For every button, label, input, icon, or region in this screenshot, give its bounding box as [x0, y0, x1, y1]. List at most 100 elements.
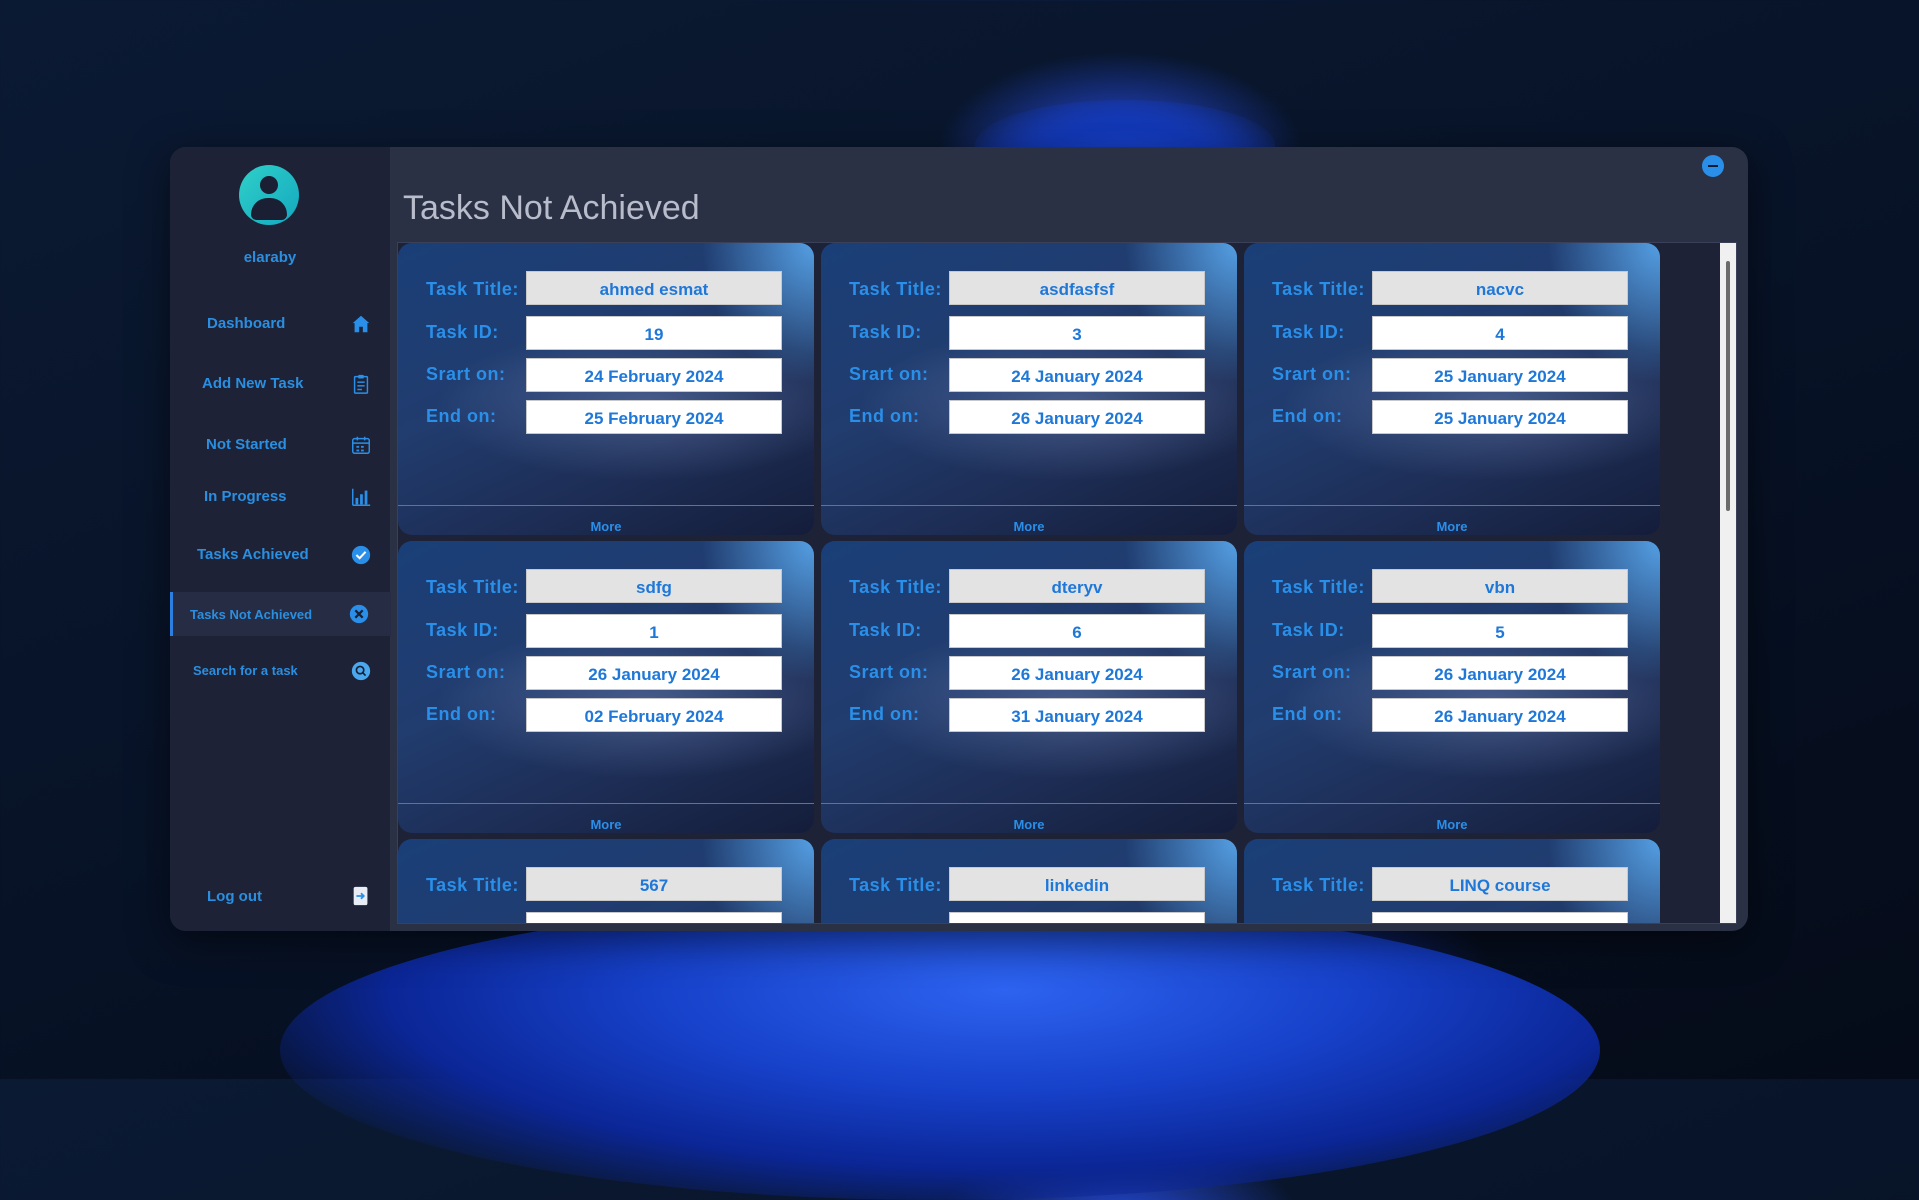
- vertical-scrollbar[interactable]: [1720, 243, 1736, 923]
- logout-button[interactable]: Log out: [172, 877, 390, 917]
- sidebar-item-search[interactable]: Search for a task: [172, 649, 390, 693]
- sidebar-item-add-new-task[interactable]: Add New Task: [172, 362, 390, 406]
- task-id-label: Task ID:: [426, 322, 499, 342]
- sidebar: elaraby Dashboard Add New Task Not Start…: [170, 147, 391, 931]
- task-id-field: 5: [1372, 614, 1628, 648]
- end-date-field: 26 January 2024: [949, 400, 1205, 434]
- task-id-field: 4: [1372, 316, 1628, 350]
- task-id-field: [1372, 912, 1628, 923]
- task-id-label: Task ID:: [1272, 322, 1345, 342]
- start-date-label: Srart on:: [426, 364, 506, 384]
- check-circle-icon: [351, 545, 371, 565]
- start-date-field: 24 February 2024: [526, 358, 782, 392]
- minimize-button[interactable]: [1702, 155, 1724, 177]
- task-id-label: Task ID:: [849, 322, 922, 342]
- task-id-field: 6: [949, 614, 1205, 648]
- start-date-label: Srart on:: [849, 662, 929, 682]
- task-card: Task Title: dteryv Task ID: 6 Srart on: …: [821, 541, 1237, 833]
- clipboard-icon: [353, 374, 369, 394]
- more-link[interactable]: More: [398, 519, 814, 534]
- task-id-label: Task ID:: [849, 620, 922, 640]
- sidebar-item-label: Dashboard: [207, 315, 286, 332]
- start-date-label: Srart on:: [426, 662, 506, 682]
- task-title-field: sdfg: [526, 569, 782, 603]
- card-divider: [821, 803, 1237, 804]
- main-panel: Tasks Not Achieved Task Title: ahmed esm…: [390, 147, 1748, 931]
- end-date-label: End on:: [426, 704, 497, 724]
- task-card: Task Title: linkedin: [821, 839, 1237, 923]
- start-date-label: Srart on:: [1272, 364, 1352, 384]
- end-date-label: End on:: [849, 406, 920, 426]
- task-title-label: Task Title:: [426, 875, 519, 895]
- start-date-field: 24 January 2024: [949, 358, 1205, 392]
- end-date-field: 31 January 2024: [949, 698, 1205, 732]
- task-title-label: Task Title:: [426, 577, 519, 597]
- more-link[interactable]: More: [1244, 817, 1660, 832]
- end-date-field: 25 January 2024: [1372, 400, 1628, 434]
- card-divider: [398, 505, 814, 506]
- task-id-field: [949, 912, 1205, 923]
- task-title-label: Task Title:: [426, 279, 519, 299]
- task-title-label: Task Title:: [849, 577, 942, 597]
- sidebar-item-tasks-achieved[interactable]: Tasks Achieved: [172, 533, 390, 577]
- task-title-label: Task Title:: [1272, 577, 1365, 597]
- start-date-label: Srart on:: [1272, 662, 1352, 682]
- logout-label: Log out: [207, 888, 262, 905]
- start-date-field: 26 January 2024: [1372, 656, 1628, 690]
- task-card: Task Title: sdfg Task ID: 1 Srart on: 26…: [398, 541, 814, 833]
- card-divider: [398, 803, 814, 804]
- sidebar-item-dashboard[interactable]: Dashboard: [172, 302, 390, 346]
- task-card: Task Title: vbn Task ID: 5 Srart on: 26 …: [1244, 541, 1660, 833]
- more-link[interactable]: More: [1244, 519, 1660, 534]
- task-title-field: nacvc: [1372, 271, 1628, 305]
- logout-icon: [353, 886, 368, 906]
- tasks-grid: Task Title: ahmed esmat Task ID: 19 Srar…: [397, 242, 1737, 924]
- calendar-icon: [352, 436, 370, 454]
- scrollbar-thumb[interactable]: [1726, 261, 1730, 511]
- task-title-field: ahmed esmat: [526, 271, 782, 305]
- card-divider: [1244, 505, 1660, 506]
- task-id-field: 3: [949, 316, 1205, 350]
- end-date-label: End on:: [1272, 406, 1343, 426]
- end-date-field: 02 February 2024: [526, 698, 782, 732]
- avatar: [239, 165, 299, 225]
- app-window: elaraby Dashboard Add New Task Not Start…: [170, 147, 1748, 931]
- task-card: Task Title: asdfasfsf Task ID: 3 Srart o…: [821, 243, 1237, 535]
- sidebar-item-label: Search for a task: [193, 663, 298, 678]
- bar-chart-icon: [352, 488, 371, 506]
- task-title-field: LINQ course: [1372, 867, 1628, 901]
- task-title-field: 567: [526, 867, 782, 901]
- username: elaraby: [243, 249, 297, 266]
- end-date-label: End on:: [1272, 704, 1343, 724]
- x-circle-icon: [349, 604, 369, 624]
- more-link[interactable]: More: [398, 817, 814, 832]
- sidebar-item-in-progress[interactable]: In Progress: [172, 475, 390, 519]
- sidebar-item-label: Not Started: [206, 436, 287, 453]
- task-card: Task Title: 567: [398, 839, 814, 923]
- task-title-field: dteryv: [949, 569, 1205, 603]
- start-date-field: 25 January 2024: [1372, 358, 1628, 392]
- task-title-label: Task Title:: [849, 875, 942, 895]
- card-divider: [821, 505, 1237, 506]
- sidebar-item-tasks-not-achieved[interactable]: Tasks Not Achieved: [170, 592, 391, 636]
- end-date-label: End on:: [426, 406, 497, 426]
- task-card: Task Title: LINQ course: [1244, 839, 1660, 923]
- sidebar-item-label: In Progress: [204, 488, 287, 505]
- task-title-field: linkedin: [949, 867, 1205, 901]
- more-link[interactable]: More: [821, 519, 1237, 534]
- task-card: Task Title: nacvc Task ID: 4 Srart on: 2…: [1244, 243, 1660, 535]
- sidebar-item-label: Tasks Not Achieved: [190, 607, 313, 622]
- start-date-field: 26 January 2024: [949, 656, 1205, 690]
- more-link[interactable]: More: [821, 817, 1237, 832]
- task-id-field: 1: [526, 614, 782, 648]
- wallpaper-bloom-bottom: [280, 900, 1600, 1200]
- task-title-field: vbn: [1372, 569, 1628, 603]
- task-title-label: Task Title:: [1272, 875, 1365, 895]
- sidebar-item-label: Add New Task: [202, 375, 304, 392]
- search-icon: [351, 661, 371, 681]
- home-icon: [352, 315, 370, 333]
- task-id-label: Task ID:: [1272, 620, 1345, 640]
- task-card: Task Title: ahmed esmat Task ID: 19 Srar…: [398, 243, 814, 535]
- sidebar-item-not-started[interactable]: Not Started: [172, 423, 390, 467]
- end-date-field: 26 January 2024: [1372, 698, 1628, 732]
